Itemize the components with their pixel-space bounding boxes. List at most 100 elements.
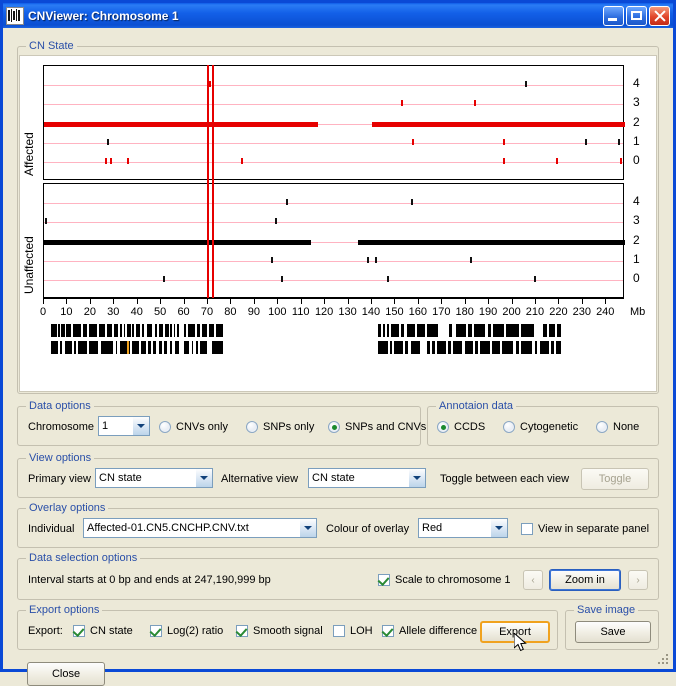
close-button[interactable]: Close	[27, 662, 105, 686]
checkbox-icon	[521, 523, 533, 535]
alternative-view-select[interactable]: CN state	[308, 468, 426, 488]
data-marker-4	[271, 257, 274, 263]
data-marker-4	[109, 158, 112, 164]
y-tick-label-affected-4: 4	[633, 76, 640, 90]
maximize-button[interactable]	[626, 5, 647, 26]
annotation-band-0-13	[132, 324, 135, 337]
gridline-level-4	[44, 203, 623, 204]
export-options-group: Export options Export: CN state Log(2) r…	[17, 604, 558, 650]
annotation-band-0-15	[142, 324, 145, 337]
y-tick-label-unaffected-0: 0	[633, 271, 640, 285]
alternative-view-label: Alternative view	[221, 473, 299, 485]
data-selection-title: Data selection options	[26, 552, 141, 564]
x-tick-210	[534, 298, 536, 304]
save-button[interactable]: Save	[575, 621, 651, 643]
zoom-in-button[interactable]: Zoom in	[549, 569, 621, 591]
data-marker-9	[473, 100, 476, 106]
x-tick-230	[581, 298, 583, 304]
primary-view-value: CN state	[99, 472, 142, 484]
annotation-band-1-14	[163, 341, 168, 354]
primary-view-select[interactable]: CN state	[95, 468, 213, 488]
cn-state-plot[interactable]: 4 3 2 1 0 Affected 4 3 2 1 0 Unaffected 0 10 20 30 40 50 6…	[19, 55, 657, 392]
annotation-band-1-32	[464, 341, 473, 354]
radio-dot-icon	[503, 421, 515, 433]
gridline-level-4	[44, 85, 623, 86]
annotation-band-1-41	[550, 341, 554, 354]
radio-cnvs-only[interactable]: CNVs only	[159, 421, 228, 433]
y-tick-label-unaffected-4: 4	[633, 194, 640, 208]
data-options-title: Data options	[26, 400, 94, 412]
gridline-level-1	[44, 143, 623, 144]
export-log2-ratio-checkbox[interactable]: Log(2) ratio	[150, 625, 223, 637]
minimize-button[interactable]	[603, 5, 624, 26]
annotation-band-0-5	[83, 324, 88, 337]
annotation-band-0-30	[382, 324, 386, 337]
data-marker-7	[470, 257, 473, 263]
export-loh-label: LOH	[350, 625, 373, 637]
annotation-band-0-34	[406, 324, 415, 337]
overlay-vline-1	[212, 65, 215, 298]
close-window-button[interactable]	[649, 5, 670, 26]
annotation-band-0-37	[449, 324, 453, 337]
gridline-level-3	[44, 104, 623, 105]
annotation-band-0-40	[474, 324, 486, 337]
data-marker-10	[387, 276, 390, 282]
export-smooth-signal-checkbox[interactable]: Smooth signal	[236, 625, 323, 637]
annotation-band-0-23	[183, 324, 186, 337]
individual-select[interactable]: Affected-01.CN5.CNCHP.CNV.txt	[83, 518, 317, 538]
export-allele-difference-checkbox[interactable]: Allele difference	[382, 625, 477, 637]
x-tick-label-240: 240	[596, 306, 615, 318]
data-marker-11	[533, 276, 536, 282]
annotation-band-0-26	[202, 324, 207, 337]
axis-label-unaffected: Unaffected	[22, 236, 36, 294]
overlay-options-group: Overlay options Individual Affected-01.C…	[17, 502, 659, 548]
previous-interval-button[interactable]: ‹	[523, 570, 543, 590]
resize-grip[interactable]	[658, 654, 670, 666]
next-interval-button[interactable]: ›	[628, 570, 648, 590]
annotation-band-1-34	[480, 341, 490, 354]
data-marker-9	[280, 276, 283, 282]
checkbox-icon	[378, 574, 390, 586]
checkbox-icon	[236, 625, 248, 637]
checkbox-icon	[333, 625, 345, 637]
save-image-title: Save image	[574, 604, 639, 616]
radio-none[interactable]: None	[596, 421, 639, 433]
annotation-band-0-24	[188, 324, 195, 337]
title-bar: CNViewer: Chromosome 1	[3, 3, 673, 28]
toggle-button[interactable]: Toggle	[581, 468, 649, 490]
export-smooth-signal-label: Smooth signal	[253, 625, 323, 637]
annotation-band-1-27	[427, 341, 430, 354]
x-tick-240	[605, 298, 607, 304]
x-tick-190	[488, 298, 490, 304]
chromosome-select[interactable]: 1	[98, 416, 150, 436]
checkbox-icon	[150, 625, 162, 637]
export-loh-checkbox[interactable]: LOH	[333, 625, 373, 637]
annotation-band-0-42	[493, 324, 505, 337]
x-tick-170	[441, 298, 443, 304]
export-button[interactable]: Export	[480, 621, 550, 643]
baseline-segment-0	[44, 240, 312, 245]
data-options-group: Data options Chromosome 1 CNVs only SNPs…	[17, 400, 426, 446]
annotation-band-0-22	[177, 324, 180, 337]
export-cn-state-checkbox[interactable]: CN state	[73, 625, 133, 637]
data-marker-6	[375, 257, 378, 263]
radio-ccds[interactable]: CCDS	[437, 421, 485, 433]
export-label: Export:	[28, 625, 63, 637]
radio-snps-and-cnvs[interactable]: SNPs and CNVs	[328, 421, 426, 433]
x-tick-100	[277, 298, 279, 304]
x-axis-unit-label: Mb	[630, 306, 646, 318]
data-marker-2	[274, 218, 277, 224]
individual-label: Individual	[28, 523, 75, 535]
scale-to-chromosome-checkbox[interactable]: Scale to chromosome 1	[378, 574, 511, 586]
annotation-band-1-33	[475, 341, 478, 354]
data-marker-10	[525, 81, 528, 87]
radio-snps-only[interactable]: SNPs only	[246, 421, 314, 433]
data-marker-8	[163, 276, 166, 282]
cn-state-group-title: CN State	[26, 40, 77, 52]
colour-of-overlay-select[interactable]: Red	[418, 518, 508, 538]
annotation-band-0-18	[159, 324, 163, 337]
radio-cytogenetic[interactable]: Cytogenetic	[503, 421, 578, 433]
toggle-hint-label: Toggle between each view	[440, 473, 570, 485]
data-marker-8	[401, 100, 404, 106]
view-in-separate-panel-checkbox[interactable]: View in separate panel	[521, 523, 649, 535]
